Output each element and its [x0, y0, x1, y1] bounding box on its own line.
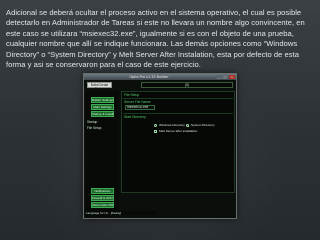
- system-directory-radio[interactable]: [186, 124, 189, 127]
- window-toolbar: Build/Create Server (0): [85, 81, 235, 91]
- windows-directory-label: Windows Directory: [159, 122, 185, 127]
- language-status: Language for UI... [Ready]: [86, 211, 156, 215]
- window-title: Optix Pro v1.33 Builder: [129, 75, 169, 79]
- panel-divider: [123, 113, 233, 114]
- server-file-name-label: Server File Name:: [124, 100, 152, 104]
- server-file-name-input[interactable]: msiexec32.exe: [125, 105, 155, 110]
- maximize-button[interactable]: □: [222, 75, 228, 79]
- nav-notifications-button[interactable]: Notifications: [91, 188, 114, 194]
- nav-about-button[interactable]: About Optix PRO: [91, 202, 114, 208]
- sidebar: Builder Settings Main Settings Startup &…: [86, 91, 156, 218]
- start-directory-label: Start Directory:: [124, 115, 147, 119]
- sidebar-startup-label[interactable]: Startup: [87, 120, 97, 124]
- build-number-field: (0): [141, 82, 233, 88]
- nav-firewall-avs-evasion-button[interactable]: Firewall & AVS Evasion: [91, 195, 114, 201]
- melt-server-label: Melt Server after installation: [159, 128, 198, 133]
- slide: Adicional se deberá ocultar el proceso a…: [0, 0, 320, 240]
- nav-builder-settings-button[interactable]: Builder Settings: [91, 97, 114, 103]
- slide-caption: Adicional se deberá ocultar el proceso a…: [6, 8, 305, 70]
- builder-window: Optix Pro v1.33 Builder _ □ x Build/Crea…: [83, 73, 237, 219]
- windows-directory-radio[interactable]: [154, 124, 157, 127]
- file-setup-heading: File Setup: [124, 93, 140, 97]
- system-directory-label: System Directory: [191, 122, 215, 127]
- melt-server-checkbox[interactable]: [154, 130, 157, 133]
- panel-divider: [123, 98, 233, 99]
- nav-main-settings-button[interactable]: Main Settings: [91, 104, 114, 110]
- nav-startup-installation-button[interactable]: Startup & Installation: [91, 111, 114, 117]
- build-server-button[interactable]: Build/Create Server: [87, 82, 112, 91]
- close-button[interactable]: x: [229, 75, 235, 79]
- file-setup-panel: File Setup Server File Name: msiexec32.e…: [121, 91, 235, 193]
- sidebar-file-setup-label[interactable]: File Setup: [87, 126, 101, 130]
